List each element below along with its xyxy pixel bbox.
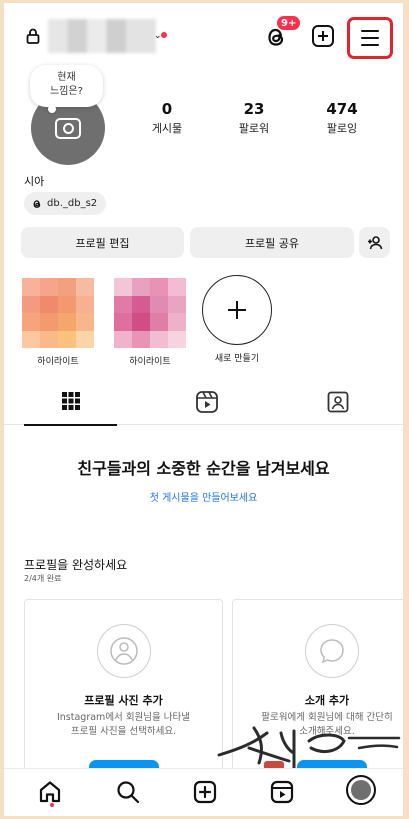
- threads-handle: db._db_s2: [47, 198, 98, 209]
- note-line-1: 현재: [57, 72, 76, 83]
- threads-small-icon: [33, 199, 41, 208]
- empty-state-title: 친구들과의 소중한 순간을 남겨보세요: [77, 459, 330, 478]
- card-add-photo-desc: Instagram에서 회원님을 나타낼 프로필 사진을 선택하세요.: [25, 711, 222, 739]
- menu-button[interactable]: [347, 17, 393, 59]
- highlight-label-2: 하이라이트: [129, 357, 171, 367]
- tab-grid[interactable]: [4, 379, 137, 426]
- home-icon[interactable]: [37, 779, 63, 805]
- note-line-2: 느낌은?: [50, 86, 83, 97]
- stat-posts-value: 0: [161, 100, 173, 118]
- highlight-cover-1: [22, 278, 94, 348]
- discover-people-button[interactable]: [359, 227, 390, 258]
- create-button[interactable]: [312, 25, 334, 47]
- highlight-item-2[interactable]: 하이라이트: [114, 278, 186, 367]
- share-profile-button[interactable]: 프로필 공유: [190, 227, 354, 258]
- bio-icon: [305, 624, 359, 678]
- stat-followers-label: 팔로워: [238, 122, 270, 135]
- stat-followers-value: 23: [243, 100, 265, 118]
- tab-tagged[interactable]: [270, 379, 403, 425]
- threads-handle-pill[interactable]: db._db_s2: [24, 192, 107, 215]
- home-notification-dot: [50, 803, 54, 807]
- profile-nav-avatar[interactable]: [346, 775, 376, 805]
- card-add-photo: 프로필 사진 추가 Instagram에서 회원님을 나타낼 프로필 사진을 선…: [24, 599, 223, 789]
- search-icon[interactable]: [115, 779, 141, 805]
- card-add-photo-title: 프로필 사진 추가: [84, 694, 163, 707]
- highlight-item-1[interactable]: 하이라이트: [22, 278, 94, 367]
- display-name: 시아: [24, 175, 45, 188]
- new-highlight-button[interactable]: [202, 275, 272, 345]
- stat-posts-label: 게시물: [151, 122, 183, 135]
- new-highlight-label: 새로 만들기: [214, 354, 260, 364]
- reels-icon: [196, 391, 218, 413]
- complete-profile-progress: 2/4개 완료: [24, 574, 62, 583]
- tagged-icon: [327, 391, 349, 413]
- stat-following[interactable]: 474 팔로잉: [307, 100, 377, 136]
- stat-following-value: 474: [326, 100, 358, 118]
- create-first-post-link[interactable]: 첫 게시물을 만들어보세요: [4, 489, 403, 504]
- grid-icon: [62, 392, 80, 410]
- highlight-label-1: 하이라이트: [37, 357, 79, 367]
- username-redacted[interactable]: [48, 19, 156, 53]
- highlight-cover-2: [114, 278, 186, 348]
- complete-profile-title: 프로필을 완성하세요: [24, 558, 128, 572]
- top-bar: ⌄ 9+: [4, 3, 403, 63]
- new-post-icon[interactable]: [192, 779, 218, 805]
- tab-reels[interactable]: [137, 379, 270, 425]
- card-add-photo-desc-line1: Instagram에서 회원님을 나타낼: [56, 712, 191, 723]
- lock-icon: [26, 28, 40, 44]
- threads-badge: 9+: [276, 15, 302, 31]
- edit-profile-button[interactable]: 프로필 편집: [21, 227, 184, 258]
- camera-icon: [55, 118, 81, 139]
- content-tabs: [4, 379, 403, 426]
- note-bubble[interactable]: 현재 느낌은?: [30, 65, 103, 113]
- stat-followers[interactable]: 23 팔로워: [219, 100, 289, 136]
- profile-screen: ⌄ 9+ 현재 느낌은? 0 게시물 23 팔로워 474 팔로잉 시아 db.…: [4, 3, 403, 816]
- profile-photo-icon: [97, 624, 151, 678]
- stat-posts[interactable]: 0 게시물: [132, 100, 202, 136]
- card-add-photo-desc-line2: 프로필 사진을 선택하세요.: [70, 726, 177, 737]
- notification-dot: [161, 32, 167, 38]
- stat-following-label: 팔로잉: [326, 122, 358, 135]
- profile-actions: 프로필 편집 프로필 공유: [4, 227, 403, 258]
- add-person-icon: [367, 235, 382, 249]
- reels-nav-icon[interactable]: [269, 779, 295, 805]
